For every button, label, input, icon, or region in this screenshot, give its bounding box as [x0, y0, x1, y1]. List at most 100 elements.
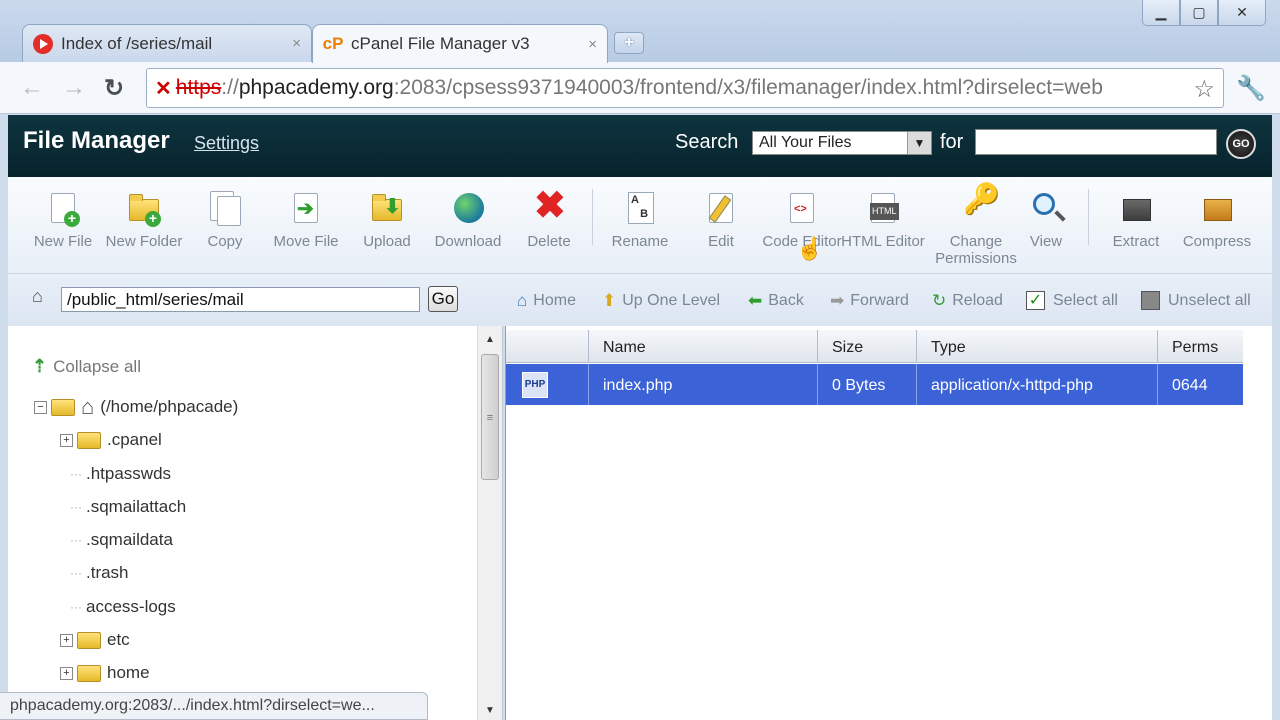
path-input[interactable]: /public_html/series/mail [61, 287, 420, 312]
settings-link[interactable]: Settings [194, 133, 259, 154]
table-row[interactable]: PHP index.php 0 Bytes application/x-http… [506, 364, 1243, 405]
forward-arrow-icon[interactable]: → [62, 74, 86, 102]
back-link[interactable]: ⬅ Back [748, 291, 804, 311]
tree-connector: ··· [70, 467, 82, 481]
insecure-lock-icon: ✕ [155, 77, 172, 100]
move-file-button[interactable]: ➔ Move File [263, 191, 349, 250]
close-window-icon[interactable]: ✕ [1218, 0, 1266, 26]
minimize-icon[interactable]: ▁ [1142, 0, 1180, 26]
tree-scrollbar[interactable]: ▲ ≡ ▼ [477, 326, 502, 720]
scroll-down-icon[interactable]: ▼ [478, 705, 502, 716]
new-folder-button[interactable]: + New Folder [101, 191, 187, 250]
tree-item-trash[interactable]: ··· .trash [70, 563, 129, 583]
copy-icon [208, 191, 242, 227]
collapse-all-link[interactable]: ⇡ Collapse all [32, 356, 141, 377]
new-file-button[interactable]: + New File [20, 191, 106, 250]
cell-name: index.php [588, 364, 817, 405]
bookmark-star-icon[interactable]: ☆ [1189, 75, 1215, 104]
tree-item-sqmailattach[interactable]: ··· .sqmailattach [70, 497, 186, 517]
tab-close-icon[interactable]: × [292, 35, 301, 52]
path-go-button[interactable]: Go [428, 286, 458, 312]
tree-connector: ··· [70, 566, 82, 580]
tree-item-home[interactable]: + home [60, 663, 150, 683]
column-size[interactable]: Size [817, 330, 916, 363]
folder-icon [77, 631, 101, 649]
tree-item-label: .sqmailattach [86, 497, 187, 516]
rename-button[interactable]: A B Rename [597, 191, 683, 250]
file-toolbar: + New File + New Folder Copy ➔ Move File… [8, 177, 1272, 274]
tree-item-access-logs[interactable]: ··· access-logs [70, 597, 176, 617]
cell-type: application/x-httpd-php [916, 364, 1157, 405]
compress-label: Compress [1182, 233, 1252, 250]
compress-button[interactable]: Compress [1174, 191, 1260, 250]
tree-item-sqmaildata[interactable]: ··· .sqmaildata [70, 530, 173, 550]
tree-item-label: home [107, 663, 150, 682]
upload-button[interactable]: ⬇ Upload [344, 191, 430, 250]
select-all-link[interactable]: ✓ Select all [1026, 291, 1118, 310]
tree-root[interactable]: − ⌂ (/home/phpacade) [34, 394, 238, 420]
tree-item-label: .htpasswds [86, 464, 172, 483]
youtube-icon [33, 33, 53, 54]
tab-cpanel-file-manager[interactable]: cP cPanel File Manager v3 × [312, 24, 608, 63]
scroll-thumb[interactable]: ≡ [481, 354, 499, 480]
reload-icon[interactable]: ↻ [104, 74, 124, 103]
search-go-button[interactable]: GO [1226, 129, 1256, 159]
extract-button[interactable]: Extract [1093, 191, 1179, 250]
tree-item-cpanel[interactable]: + .cpanel [60, 430, 162, 450]
home-link[interactable]: ⌂ Home [517, 291, 576, 311]
file-list: Name Size Type Perms PHP index.php 0 Byt… [505, 326, 1272, 720]
expand-toggle-icon[interactable]: + [60, 633, 73, 647]
for-label: for [940, 131, 964, 153]
copy-button[interactable]: Copy [182, 191, 268, 250]
new-folder-icon: + [127, 191, 161, 227]
delete-button[interactable]: ✖ Delete [506, 187, 592, 250]
forward-link[interactable]: ➡ Forward [830, 291, 909, 311]
home-icon: ⌂ [81, 394, 95, 419]
up-folder-icon: ⬆ [602, 291, 617, 310]
chevron-down-icon: ▼ [907, 132, 931, 154]
tree-item-etc[interactable]: + etc [60, 630, 130, 650]
html-editor-button[interactable]: HTML HTML Editor [840, 191, 926, 250]
unselect-all-link[interactable]: Unselect all [1141, 291, 1251, 310]
column-type[interactable]: Type [916, 330, 1157, 363]
globe-icon [451, 191, 485, 227]
delete-label: Delete [527, 233, 571, 250]
toolbar-divider [592, 189, 593, 245]
search-scope-select[interactable]: All Your Files ▼ [752, 131, 932, 155]
url-path: :2083/cpsess9371940003/frontend/x3/filem… [393, 76, 1103, 99]
new-tab-button[interactable]: + [614, 32, 644, 54]
page-title: File Manager [23, 127, 170, 154]
download-button[interactable]: Download [425, 191, 511, 250]
upload-label: Upload [363, 233, 411, 250]
cell-perms: 0644 [1157, 364, 1243, 405]
column-perms[interactable]: Perms [1157, 330, 1243, 363]
rename-label: Rename [611, 233, 669, 250]
scroll-up-icon[interactable]: ▲ [478, 334, 502, 345]
search-input[interactable] [975, 129, 1217, 155]
file-manager-header: File Manager Settings Search All Your Fi… [8, 115, 1272, 177]
maximize-icon[interactable]: ▢ [1180, 0, 1218, 26]
html-editor-icon: HTML [866, 191, 900, 227]
key-icon: 🔑 [963, 183, 1001, 216]
back-arrow-icon[interactable]: ← [20, 74, 44, 102]
expand-toggle-icon[interactable]: + [60, 666, 73, 680]
tree-connector: ··· [70, 500, 82, 514]
column-name[interactable]: Name [588, 330, 817, 363]
wrench-icon[interactable]: 🔧 [1236, 74, 1266, 103]
reload-link[interactable]: ↻ Reload [932, 291, 1003, 311]
up-one-level-link[interactable]: ⬆ Up One Level [602, 291, 720, 311]
collapse-toggle-icon[interactable]: − [34, 400, 47, 414]
tab-index-of-series-mail[interactable]: Index of /series/mail × [22, 24, 312, 62]
move-file-label: Move File [273, 233, 339, 250]
html-editor-label: HTML Editor [841, 233, 925, 250]
tree-item-htpasswds[interactable]: ··· .htpasswds [70, 464, 171, 484]
back-label: Back [768, 292, 804, 309]
view-label: View [1029, 233, 1063, 250]
tab-title: cPanel File Manager v3 [351, 34, 530, 53]
address-bar[interactable]: ✕ https :// phpacademy.org :2083/cpsess9… [146, 68, 1224, 108]
tab-close-icon[interactable]: × [588, 36, 597, 53]
up-one-level-label: Up One Level [622, 292, 721, 309]
view-button[interactable]: View [1003, 191, 1089, 250]
edit-button[interactable]: Edit [678, 191, 764, 250]
expand-toggle-icon[interactable]: + [60, 433, 73, 447]
